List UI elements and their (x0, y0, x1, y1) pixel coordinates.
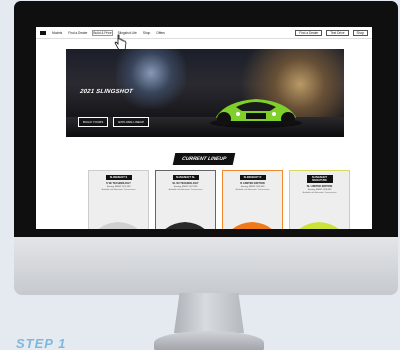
model-card[interactable]: SLINGSHOT SIGNATURE SL LIMITED EDITION S… (289, 170, 350, 229)
model-price: Starting MSRP: $21,499 (106, 186, 131, 188)
step-caption: STEP 1 (16, 336, 67, 350)
nav-item-shop[interactable]: Shop (143, 31, 150, 35)
site-nav: Models Find a Dealer Build & Price Sling… (36, 27, 372, 39)
car-thumbnail (165, 222, 205, 229)
model-feature: Available with Automatic Transmission (302, 192, 337, 194)
model-feature: Available with Automatic Transmission (168, 189, 203, 191)
model-card[interactable]: SLINGSHOT R R LIMITED EDITION Starting M… (222, 170, 283, 229)
model-name: R LIMITED EDITION (240, 182, 265, 185)
car-thumbnail (98, 222, 138, 229)
browser-screen: Models Find a Dealer Build & Price Sling… (36, 27, 372, 229)
model-price: Starting MSRP: $32,999 (240, 186, 265, 188)
nav-right-test-drive[interactable]: Test Drive (326, 29, 349, 36)
nav-item-offers[interactable]: Offers (156, 31, 165, 35)
hero-title: 2021 SLINGSHOT (79, 89, 134, 95)
lineup-cards: SLINGSHOT S S W/ TECHNOLOGY Starting MSR… (88, 170, 350, 229)
model-badge: SLINGSHOT SIGNATURE (306, 175, 333, 183)
model-price: Starting MSRP: $27,999 (173, 186, 198, 188)
model-name: SL LIMITED EDITION (306, 185, 333, 188)
build-yours-button[interactable]: BUILD YOURS (78, 117, 109, 127)
slingshot-car-image (210, 99, 302, 128)
model-badge: SLINGSHOT R (239, 175, 266, 180)
nav-right-find-dealer[interactable]: Find a Dealer (295, 29, 323, 36)
model-name: S W/ TECHNOLOGY (106, 182, 131, 185)
model-feature: Available with Automatic Transmission (101, 189, 136, 191)
lineup-heading: CURRENT LINEUP (172, 153, 236, 165)
hero-banner: 2021 SLINGSHOT BUILD YOURS EXPLORE LINEU… (66, 49, 344, 137)
nav-right-buttons: Find a Dealer Test Drive Shop (295, 29, 368, 36)
car-thumbnail (299, 222, 339, 229)
model-card[interactable]: SLINGSHOT S S W/ TECHNOLOGY Starting MSR… (88, 170, 149, 229)
nav-item-build-price[interactable]: Build & Price (92, 29, 113, 36)
car-thumbnail (232, 222, 272, 229)
brand-logo[interactable] (40, 30, 46, 35)
model-feature: Available with Automatic Transmission (235, 189, 270, 191)
model-card[interactable]: SLINGSHOT SL SL W/ TECHNOLOGY Starting M… (155, 170, 216, 229)
monitor: Models Find a Dealer Build & Price Sling… (14, 1, 398, 350)
monitor-stand-neck (174, 293, 244, 333)
nav-item-find-dealer[interactable]: Find a Dealer (68, 31, 87, 35)
nav-right-shop[interactable]: Shop (352, 29, 368, 36)
nav-item-models[interactable]: Models (52, 31, 62, 35)
model-badge: SLINGSHOT SL (172, 175, 199, 180)
explore-lineup-button[interactable]: EXPLORE LINEUP (113, 117, 150, 127)
model-price: Starting MSRP: $29,999 (307, 189, 332, 191)
monitor-stand-base (154, 331, 264, 350)
monitor-chin (14, 237, 398, 295)
model-badge: SLINGSHOT S (105, 175, 132, 180)
model-name: SL W/ TECHNOLOGY (172, 182, 199, 185)
